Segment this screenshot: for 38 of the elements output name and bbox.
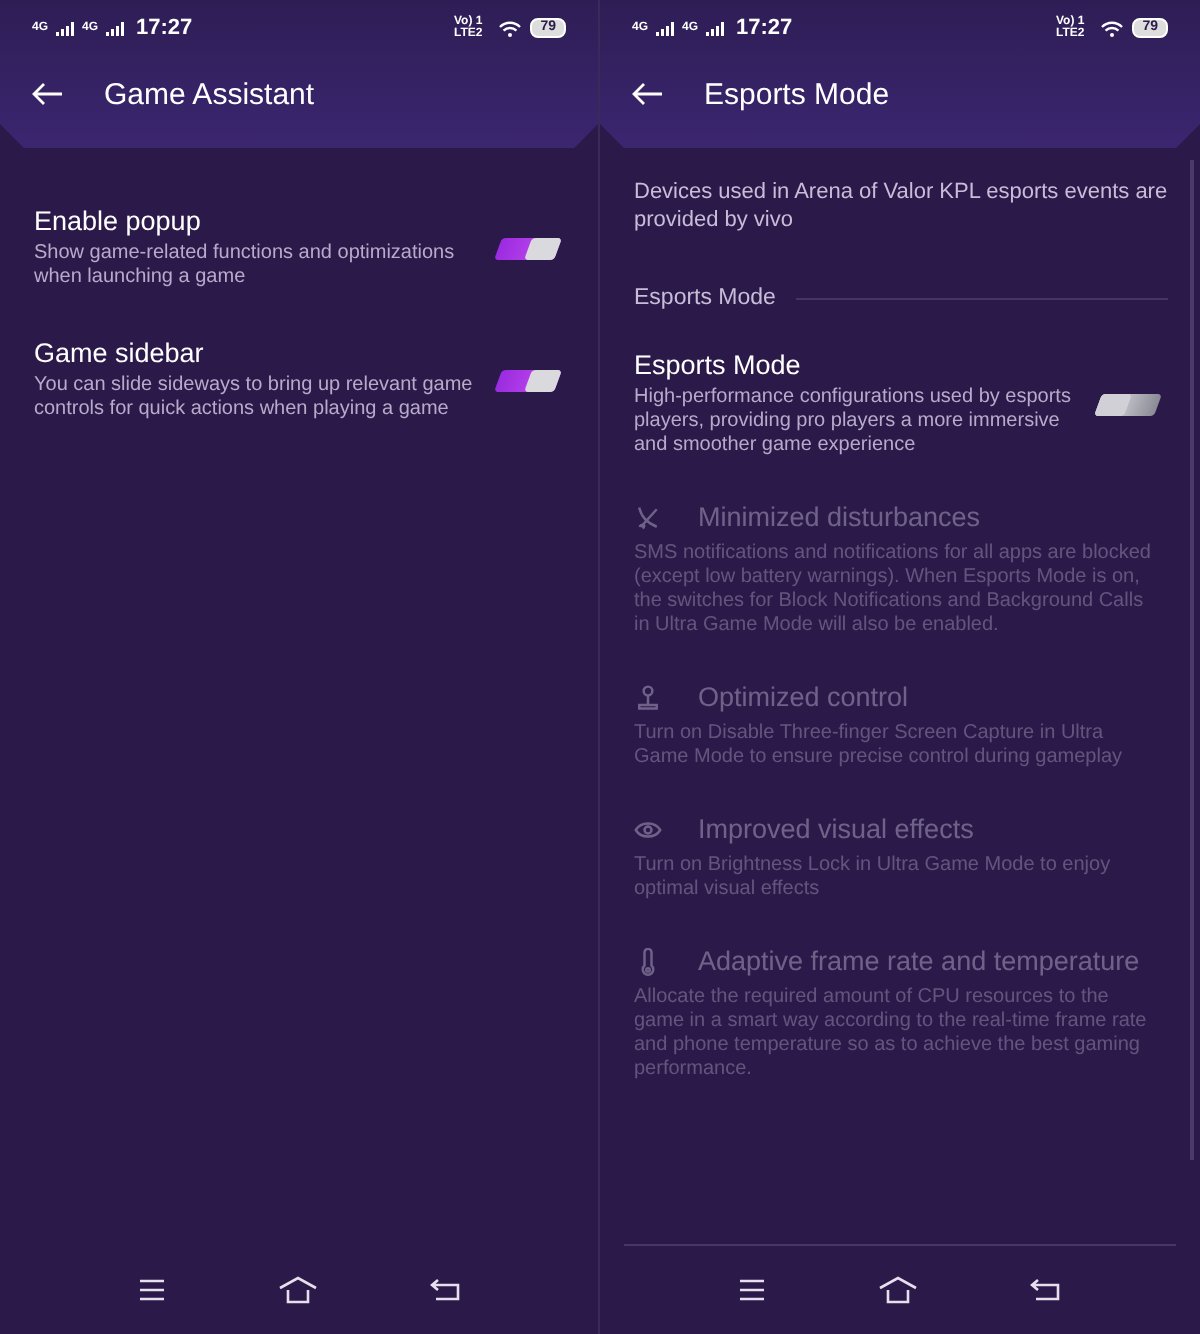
- home-icon[interactable]: [878, 1276, 918, 1304]
- feature-title: Improved visual effects: [698, 814, 974, 844]
- wifi-icon: [498, 19, 523, 37]
- clock-time: 17:27: [736, 16, 793, 40]
- wifi-icon: [1100, 19, 1125, 37]
- setting-title: Game sidebar: [34, 338, 206, 368]
- feature-description: Turn on Disable Three-finger Screen Capture in Ultra Game Mode to ensure precise control during gameplay: [634, 722, 1125, 770]
- intro-text: Devices used in Arena of Valor KPL esports events are provided by vivo: [634, 178, 1170, 234]
- feature-description: SMS notifications and notifications for all apps are blocked (except low battery warnings). When Esports Mode is on, the switches for Block Notifications and Background Calls in Ultra Game Mode will also be enabled.: [634, 542, 1153, 638]
- clock-time: 17:27: [136, 16, 193, 40]
- menu-icon[interactable]: [738, 1278, 766, 1302]
- feature-description: Allocate the required amount of CPU resources to the game in a smart way according to the real-time frame rate and phone temperature so as to achieve the best gaming performance.: [634, 986, 1149, 1082]
- setting-title: Esports Mode: [634, 350, 803, 380]
- setting-description: Show game-related functions and optimizations when launching a game: [34, 242, 457, 290]
- feature-title: Optimized control: [698, 682, 909, 712]
- toggle-switch[interactable]: [494, 237, 562, 259]
- setting-title: Enable popup: [34, 206, 203, 236]
- screen-title: Esports Mode: [704, 77, 890, 111]
- feature-title: Minimized disturbances: [698, 502, 981, 532]
- menu-icon[interactable]: [137, 1278, 165, 1302]
- section-header: Esports Mode: [634, 286, 776, 310]
- back-arrow-icon[interactable]: [32, 82, 64, 106]
- toggle-switch[interactable]: [1094, 393, 1162, 415]
- feature-title: Adaptive frame rate and temperature: [698, 946, 1140, 976]
- toggle-switch[interactable]: [494, 369, 562, 391]
- setting-description: High-performance configurations used by esports players, providing pro players a more immersive and smoother game experience: [634, 386, 1073, 458]
- signal-icon: [106, 21, 125, 35]
- screen-title: Game Assistant: [104, 77, 315, 111]
- setting-description: You can slide sideways to bring up relevant game controls for quick actions when playing a game: [34, 374, 475, 422]
- home-icon[interactable]: [277, 1276, 317, 1304]
- feature-description: Turn on Brightness Lock in Ultra Game Mode to enjoy optimal visual effects: [634, 854, 1113, 902]
- signal-icon: [706, 21, 725, 35]
- joystick-icon: [634, 683, 662, 711]
- back-icon[interactable]: [1030, 1278, 1062, 1302]
- back-icon[interactable]: [429, 1278, 461, 1302]
- signal-icon: [56, 21, 75, 35]
- back-arrow-icon[interactable]: [632, 82, 664, 106]
- signal-icon: [656, 21, 675, 35]
